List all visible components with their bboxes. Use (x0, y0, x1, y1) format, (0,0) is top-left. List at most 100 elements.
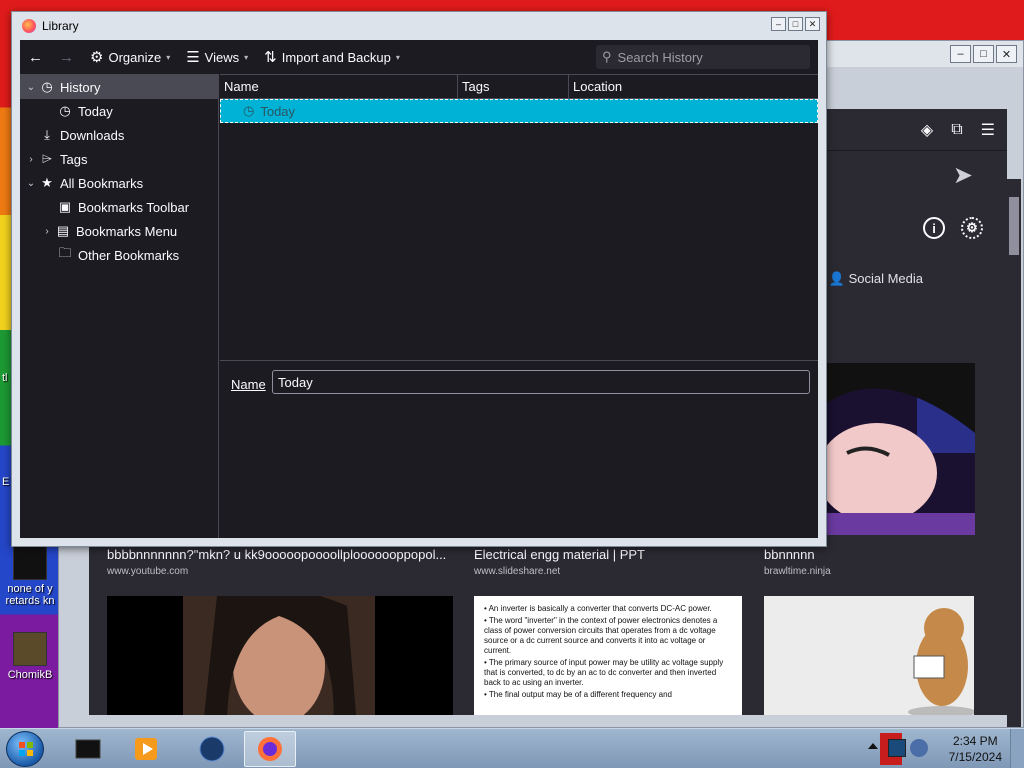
chevron-down-icon[interactable]: ⌄ (24, 178, 38, 189)
library-titlebar[interactable]: Library (12, 12, 826, 40)
doc-line: • The primary source of input power may … (484, 658, 724, 687)
taskbar-app-globe[interactable] (186, 731, 238, 767)
social-media-tab[interactable]: 👤 Social Media (829, 271, 923, 287)
volume-icon[interactable] (910, 739, 928, 757)
sidebar-item-label: Other Bookmarks (78, 247, 180, 263)
column-header-name[interactable]: Name (220, 75, 458, 98)
maximize-icon[interactable]: □ (973, 45, 994, 63)
history-list[interactable]: Name Tags Location ◷ Today (220, 74, 818, 360)
minimize-icon[interactable]: – (950, 45, 971, 63)
desktop-icon-label: none of y retards kn (5, 583, 55, 607)
details-pane: Name (220, 360, 818, 538)
bookmark-menu-icon: ▤ (56, 223, 70, 238)
sidebar-item-today[interactable]: ◷ Today (20, 99, 218, 123)
desktop-icon-chomik[interactable]: ChomikB (4, 632, 56, 681)
show-hidden-icons-icon[interactable] (868, 743, 878, 749)
close-icon[interactable]: ✕ (805, 17, 820, 31)
clock-icon: ◷ (41, 79, 53, 94)
start-button[interactable] (6, 731, 44, 767)
table-row[interactable]: ◷ Today (220, 99, 818, 123)
info-icon[interactable]: i (923, 217, 945, 239)
import-export-icon: ⇅ (264, 49, 277, 66)
back-button[interactable]: ← (20, 43, 51, 71)
views-button[interactable]: ☰ Views ▾ (178, 43, 256, 71)
send-icon[interactable]: ➤ (953, 161, 973, 190)
import-backup-button[interactable]: ⇅ Import and Backup ▾ (256, 43, 408, 71)
sidebar-item-label: Bookmarks Toolbar (78, 199, 190, 215)
sidebar-item-bookmarks-toolbar[interactable]: ▣ Bookmarks Toolbar (20, 195, 218, 219)
menu-icon[interactable]: ☰ (981, 120, 995, 140)
organize-button[interactable]: ⚙ Organize ▾ (82, 43, 178, 71)
hamster-thumbnail (764, 596, 976, 715)
maximize-icon[interactable]: □ (788, 17, 803, 31)
chevron-right-icon[interactable]: › (40, 226, 54, 237)
windows-logo-icon (19, 742, 33, 756)
clock[interactable]: 2:34 PM 7/15/2024 (949, 733, 1002, 765)
tile-thumbnail[interactable] (764, 596, 976, 715)
pocket-icon[interactable]: ◈ (921, 120, 933, 140)
scrollbar[interactable] (1007, 179, 1021, 727)
chevron-down-icon: ▾ (395, 52, 400, 62)
library-toolbar: ← → ⚙ Organize ▾ ☰ Views ▾ ⇅ Import and … (20, 40, 818, 74)
doc-line: • An inverter is basically a converter t… (484, 604, 712, 613)
name-label-text: Name (231, 377, 266, 392)
minimize-icon[interactable]: – (771, 17, 786, 31)
search-history-input[interactable] (617, 49, 798, 65)
desktop-icon-none-of-y[interactable]: none of y retards kn (4, 546, 56, 607)
background-window-controls: – □ ✕ (950, 45, 1017, 63)
sidebar-item-downloads[interactable]: ⤓ Downloads (20, 123, 218, 147)
clock-time: 2:34 PM (952, 734, 998, 748)
arrow-left-icon: ← (28, 48, 43, 66)
globe-icon (199, 736, 225, 762)
clock-icon: ◷ (59, 103, 71, 118)
portrait-thumbnail (107, 588, 453, 715)
sidebar-item-history[interactable]: ⌄ ◷ History (20, 75, 218, 99)
doc-line: • The final output may be of a different… (484, 690, 672, 699)
clock-date: 7/15/2024 (948, 750, 1002, 764)
import-backup-label: Import and Backup (281, 49, 391, 65)
sidebar-item-all-bookmarks[interactable]: ⌄ ★ All Bookmarks (20, 171, 218, 195)
search-icon: ⚲ (602, 49, 612, 64)
sidebar-item-label: Downloads (60, 127, 125, 143)
tag-icon: ⌲ (41, 151, 53, 166)
show-desktop-button[interactable] (1010, 729, 1024, 768)
settings-gear-icon[interactable]: ⚙ (961, 217, 983, 239)
library-body: ← → ⚙ Organize ▾ ☰ Views ▾ ⇅ Import and … (20, 40, 818, 538)
sidebar-item-label: Today (78, 103, 113, 119)
sidebar-item-bookmarks-menu[interactable]: › ▤ Bookmarks Menu (20, 219, 218, 243)
app-icon (13, 546, 47, 580)
window-title: Library (42, 19, 79, 33)
extensions-icon[interactable]: ⧉ (951, 121, 962, 139)
column-header-location[interactable]: Location (569, 75, 818, 98)
library-window[interactable]: Library – □ ✕ ← → ⚙ Organize ▾ ☰ Views ▾… (11, 11, 827, 547)
organize-label: Organize (108, 49, 162, 65)
desktop-icon-label: ChomikB (7, 669, 53, 681)
taskbar-app-firefox[interactable] (244, 731, 296, 767)
arrow-right-icon: → (59, 48, 74, 66)
chevron-right-icon[interactable]: › (24, 154, 38, 165)
chevron-down-icon[interactable]: ⌄ (24, 82, 38, 93)
taskbar-app-media-player[interactable] (120, 731, 172, 767)
tile-title[interactable]: bbbbnnnnnnn?"mkn? u kk9ooooopoooollplooo… (107, 547, 457, 562)
firefox-icon (258, 737, 282, 761)
network-icon[interactable] (888, 739, 906, 757)
window-controls: – □ ✕ (771, 17, 820, 31)
forward-button[interactable]: → (51, 43, 82, 71)
system-tray: 2:34 PM 7/15/2024 (864, 729, 1024, 768)
list-icon: ☰ (186, 49, 200, 66)
tile-title[interactable]: Electrical engg material | PPT (474, 547, 734, 562)
scrollbar-thumb[interactable] (1009, 197, 1019, 255)
download-icon: ⤓ (44, 127, 50, 142)
close-icon[interactable]: ✕ (996, 45, 1017, 63)
name-field[interactable] (272, 370, 810, 394)
tile-title[interactable]: bbnnnnn (764, 547, 964, 562)
taskbar: 2:34 PM 7/15/2024 (0, 728, 1024, 768)
taskbar-app-terminal[interactable] (62, 731, 114, 767)
tile-thumbnail[interactable] (817, 363, 975, 535)
sidebar-item-tags[interactable]: › ⌲ Tags (20, 147, 218, 171)
sidebar-item-other-bookmarks[interactable]: 🗀 Other Bookmarks (20, 243, 218, 267)
tile-thumbnail[interactable] (107, 588, 453, 715)
search-box[interactable]: ⚲ (596, 45, 810, 69)
document-thumbnail[interactable]: • An inverter is basically a converter t… (474, 596, 742, 715)
column-header-tags[interactable]: Tags (458, 75, 569, 98)
